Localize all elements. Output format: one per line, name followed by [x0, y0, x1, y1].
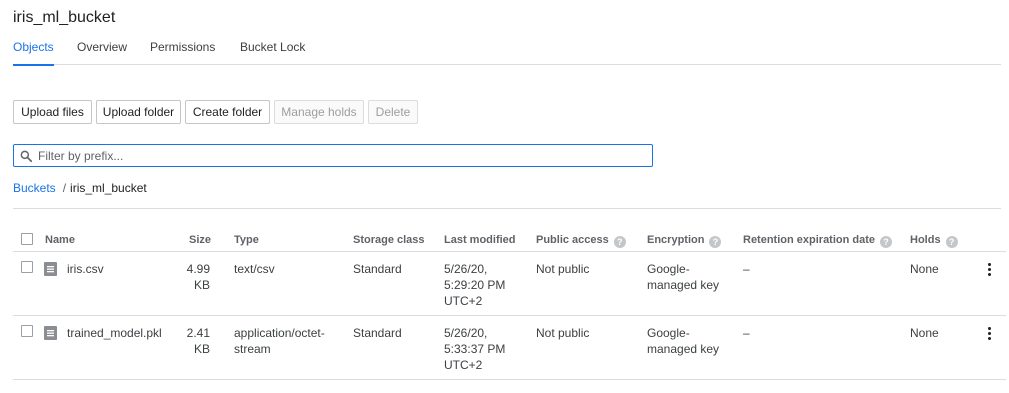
- public-access: Not public: [536, 262, 590, 276]
- help-icon[interactable]: ?: [709, 236, 722, 248]
- file-icon: [44, 262, 57, 276]
- storage-class: Standard: [353, 262, 402, 276]
- header-holds: Holds?: [910, 234, 958, 248]
- file-size-value: 4.99: [186, 262, 210, 276]
- help-icon[interactable]: ?: [880, 236, 893, 248]
- breadcrumb-buckets-link[interactable]: Buckets: [13, 181, 56, 195]
- storage-class: Standard: [353, 326, 402, 340]
- file-name-link[interactable]: iris.csv: [67, 261, 104, 277]
- manage-holds-button[interactable]: Manage holds: [274, 100, 364, 124]
- file-type-line2: stream: [234, 342, 271, 356]
- encryption: Google- managed key: [647, 325, 719, 357]
- row-checkbox[interactable]: [21, 325, 33, 337]
- file-size: 2.41 KB: [173, 325, 210, 357]
- table-row: trained_model.pkl 2.41 KB application/oc…: [13, 316, 1006, 380]
- last-modified: 5/26/20, 5:29:20 PM UTC+2: [444, 261, 505, 309]
- retention-date: –: [743, 262, 750, 276]
- tab-bar: Objects Overview Permissions Bucket Lock: [13, 40, 1001, 66]
- file-size-unit: KB: [193, 342, 210, 356]
- create-folder-button[interactable]: Create folder: [185, 100, 270, 124]
- page-title: iris_ml_bucket: [13, 9, 116, 26]
- header-type[interactable]: Type: [234, 234, 259, 246]
- file-size: 4.99 KB: [173, 261, 210, 293]
- modified-timezone: UTC+2: [444, 294, 483, 308]
- retention-date: –: [743, 326, 750, 340]
- breadcrumb-separator: /: [62, 181, 67, 195]
- upload-files-button[interactable]: Upload files: [13, 100, 92, 124]
- select-all-checkbox[interactable]: [21, 233, 33, 245]
- filter-box: [13, 144, 653, 167]
- encryption: Google- managed key: [647, 261, 719, 293]
- header-name[interactable]: Name: [45, 234, 75, 246]
- upload-folder-button[interactable]: Upload folder: [96, 100, 181, 124]
- header-encryption: Encryption?: [647, 234, 722, 248]
- help-icon[interactable]: ?: [945, 236, 958, 248]
- tab-overview[interactable]: Overview: [77, 40, 127, 65]
- header-size[interactable]: Size: [189, 234, 211, 246]
- row-checkbox[interactable]: [21, 261, 33, 273]
- tab-permissions[interactable]: Permissions: [150, 40, 215, 65]
- help-icon[interactable]: ?: [613, 236, 626, 248]
- breadcrumb: Buckets / iris_ml_bucket: [13, 181, 147, 195]
- file-icon: [44, 326, 57, 340]
- modified-time: 5:29:20 PM: [444, 278, 506, 292]
- breadcrumb-current: iris_ml_bucket: [70, 181, 147, 195]
- last-modified: 5/26/20, 5:33:37 PM UTC+2: [444, 325, 505, 373]
- encryption-line2: managed key: [647, 278, 720, 292]
- encryption-line2: managed key: [647, 342, 720, 356]
- file-size-value: 2.41: [186, 326, 210, 340]
- header-retention-label[interactable]: Retention expiration date: [743, 234, 875, 246]
- encryption-line1: Google-: [647, 262, 690, 276]
- file-size-unit: KB: [193, 278, 210, 292]
- file-name-link[interactable]: trained_model.pkl: [67, 325, 162, 341]
- holds: None: [910, 326, 939, 340]
- tab-objects[interactable]: Objects: [13, 40, 54, 66]
- modified-date: 5/26/20,: [444, 326, 488, 340]
- more-options-icon[interactable]: [983, 325, 995, 343]
- modified-date: 5/26/20,: [444, 262, 488, 276]
- header-encryption-label[interactable]: Encryption: [647, 234, 704, 246]
- table-header: Name Size Type Storage class Last modifi…: [13, 228, 1006, 252]
- search-icon: [20, 150, 33, 163]
- header-last-modified[interactable]: Last modified: [444, 234, 516, 246]
- header-public-access-label[interactable]: Public access: [536, 234, 609, 246]
- table-row: iris.csv 4.99 KB text/csv Standard 5/26/…: [13, 252, 1006, 316]
- file-type-line1: application/octet-: [234, 326, 325, 340]
- modified-time: 5:33:37 PM: [444, 342, 506, 356]
- file-type: text/csv: [234, 261, 275, 277]
- header-storage-class[interactable]: Storage class: [353, 234, 425, 246]
- objects-table: Name Size Type Storage class Last modifi…: [13, 228, 1006, 380]
- public-access: Not public: [536, 326, 590, 340]
- encryption-line1: Google-: [647, 326, 690, 340]
- holds: None: [910, 262, 939, 276]
- header-public-access: Public access?: [536, 234, 626, 248]
- tab-bucket-lock[interactable]: Bucket Lock: [240, 40, 305, 65]
- more-options-icon[interactable]: [983, 261, 995, 279]
- file-type: application/octet- stream: [234, 325, 325, 357]
- header-holds-label[interactable]: Holds: [910, 234, 941, 246]
- file-type-line1: text/csv: [234, 262, 275, 276]
- modified-timezone: UTC+2: [444, 358, 483, 372]
- divider: [13, 208, 1001, 209]
- delete-button[interactable]: Delete: [368, 100, 418, 124]
- header-retention: Retention expiration date?: [743, 234, 893, 248]
- filter-input[interactable]: [38, 147, 638, 164]
